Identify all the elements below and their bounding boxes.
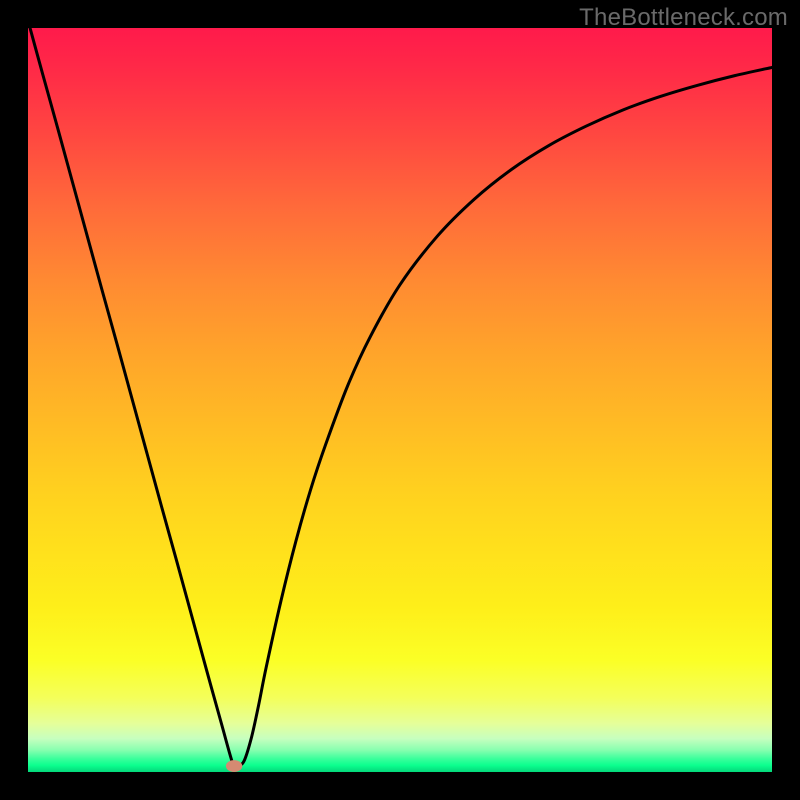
- optimum-marker: [226, 760, 242, 772]
- plot-area: [28, 28, 772, 772]
- chart-frame: TheBottleneck.com: [0, 0, 800, 800]
- bottleneck-curve: [28, 28, 772, 767]
- watermark-text: TheBottleneck.com: [579, 4, 788, 32]
- curve-layer: [28, 28, 772, 772]
